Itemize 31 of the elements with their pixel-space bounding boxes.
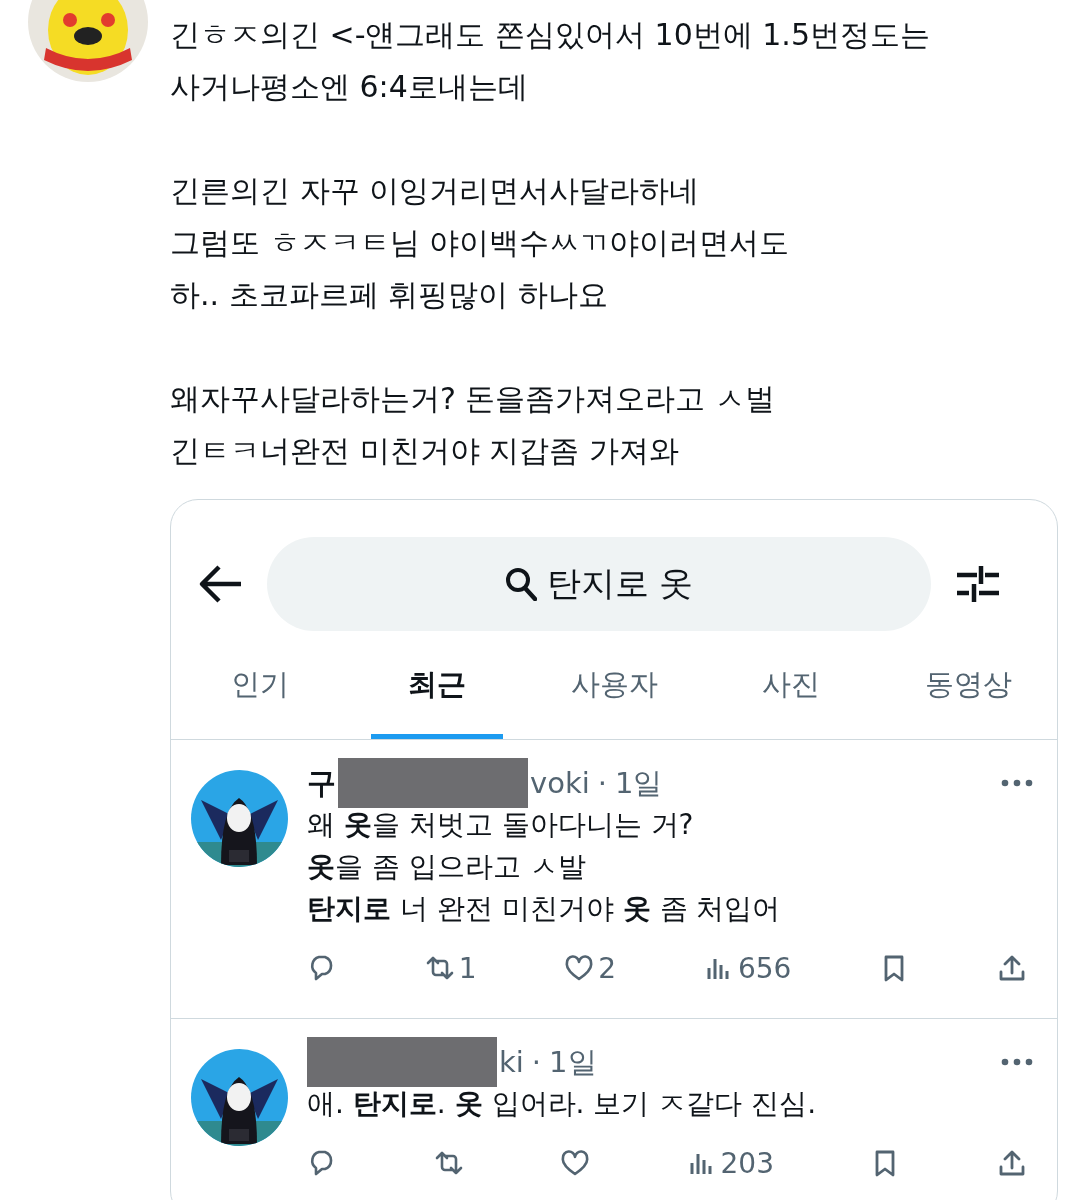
post-text-line: 긴ㅎㅈ의긴 <-얜그래도 쫀심있어서 10번에 1.5번정도는 [170,16,931,54]
tab[interactable]: 사진 [702,630,880,739]
views-button[interactable]: 203 [686,1143,774,1185]
tweet-text: 옷을 좀 입으라고 ㅅ발 [307,849,587,885]
post-text-line: 그럼또 ㅎㅈㅋㅌ님 야이백수ㅆㄲ야이러면서도 [170,224,791,262]
more-icon[interactable] [1001,779,1033,787]
separator-dot: · [597,765,607,802]
tab[interactable]: 인기 [171,630,349,739]
retweet-button[interactable]: 1 [424,948,477,990]
like-button[interactable]: 2 [564,948,617,990]
user-handle: voki [530,765,590,802]
views-button[interactable]: 656 [703,948,792,990]
post-text-line: 하.. 초코파르페 휘핑많이 하나요 [170,276,609,314]
back-icon[interactable] [197,563,243,604]
tab[interactable]: 동영상 [879,630,1057,739]
timestamp: 1일 [615,765,663,802]
search-icon [504,566,537,601]
separator-dot: · [531,1044,542,1081]
tweet-text: 왜 옷을 처벗고 돌아다니는 거? [307,807,695,843]
tab[interactable]: 사용자 [525,630,703,739]
user-handle: ki [499,1044,524,1081]
more-icon[interactable] [1001,1058,1033,1066]
post-text-line: 긴른의긴 자꾸 이잉거리면서사달라하네 [170,172,701,210]
search-field[interactable]: 탄지로 옷 [267,536,931,631]
timestamp: 1일 [549,1044,597,1081]
post-text-line: 왜자꾸사달라하는거? 돈을좀가져오라고 ㅅ벌 [170,380,776,418]
user-name: 구 [307,765,336,802]
tweet-text: 애. 탄지로. 옷 입어라. 보기 ㅈ같다 진심. [307,1086,818,1122]
tweet-text: 탄지로 너 완전 미친거야 옷 좀 처입어 [307,891,782,927]
post-text-line: 긴ㅌㅋ너완전 미친거야 지갑좀 가져와 [170,432,680,470]
post-text-line: 사거나평소엔 6:4로내는데 [170,68,529,106]
